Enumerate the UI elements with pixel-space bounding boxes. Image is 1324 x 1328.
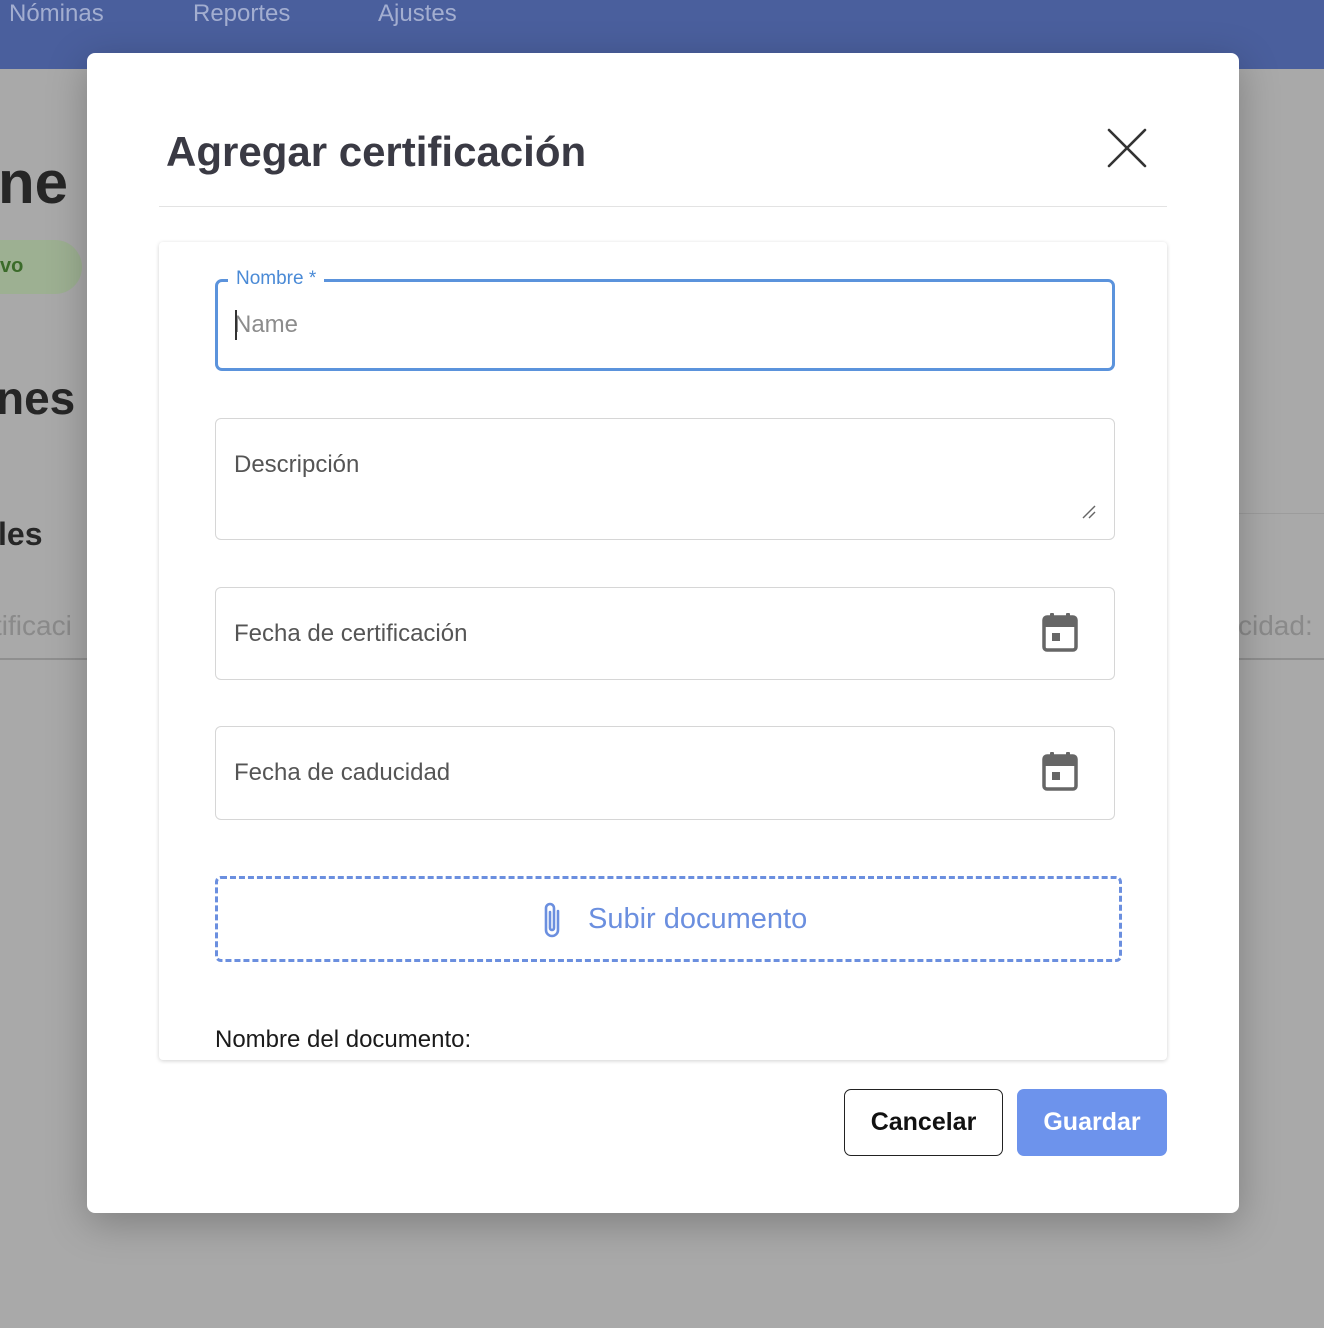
name-input[interactable]: [234, 308, 1074, 342]
nav-item-reportes[interactable]: Reportes: [193, 0, 290, 28]
document-name-label: Nombre del documento:: [215, 1026, 472, 1053]
background-subsection-heading: les: [0, 516, 43, 552]
expiry-date-field[interactable]: Fecha de caducidad: [215, 726, 1115, 820]
text-cursor: [235, 310, 237, 340]
description-field[interactable]: Descripción: [215, 418, 1115, 540]
calendar-icon[interactable]: [1042, 612, 1078, 652]
upload-document-label: Subir documento: [588, 903, 808, 935]
certification-date-field[interactable]: Fecha de certificación: [215, 587, 1115, 680]
certification-form: Nombre * Descripción Fecha de certificac…: [159, 242, 1167, 1060]
nav-item-ajustes[interactable]: Ajustes: [378, 0, 457, 28]
description-field-label: Descripción: [234, 451, 360, 478]
background-section-heading: nes: [0, 372, 76, 424]
nav-item-nominas[interactable]: Nóminas: [9, 0, 104, 28]
background-divider: [1238, 513, 1324, 514]
name-field-label: Nombre *: [228, 268, 325, 290]
name-field[interactable]: Nombre *: [215, 268, 1115, 371]
close-icon: [1107, 128, 1147, 168]
upload-document-button[interactable]: Subir documento: [215, 876, 1122, 962]
calendar-icon[interactable]: [1042, 751, 1078, 791]
resize-handle-icon[interactable]: [1080, 503, 1098, 521]
certification-date-label: Fecha de certificación: [234, 620, 468, 647]
background-page-title: ne: [0, 149, 69, 216]
save-button[interactable]: Guardar: [1017, 1089, 1167, 1156]
background-row-left-text: tificaci: [0, 610, 72, 641]
modal-header-divider: [159, 206, 1167, 207]
add-certification-modal: Agregar certificación Nombre * Descripci…: [87, 53, 1239, 1213]
expiry-date-label: Fecha de caducidad: [234, 759, 451, 786]
close-button[interactable]: [1103, 125, 1151, 173]
background-row-right-text: cidad:: [1238, 610, 1313, 641]
paperclip-icon: [544, 902, 560, 938]
modal-title: Agregar certificación: [166, 128, 587, 175]
background-status-badge-label: vo: [0, 255, 24, 277]
cancel-button[interactable]: Cancelar: [844, 1089, 1003, 1156]
background-status-badge: vo: [0, 240, 82, 294]
